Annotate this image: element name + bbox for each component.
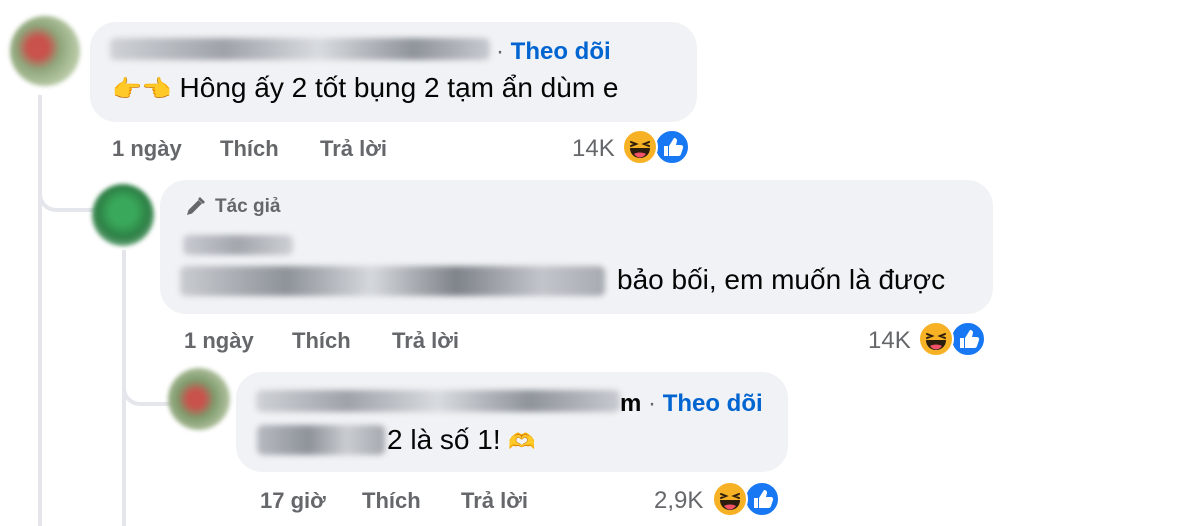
reaction-count[interactable]: 2,9K [654, 487, 703, 515]
commenter-name-redacted[interactable] [110, 38, 490, 60]
thread-connector-reply-2 [122, 352, 172, 406]
reaction-count[interactable]: 14K [572, 135, 615, 163]
haha-icon[interactable] [918, 321, 954, 357]
comment-text: 2 là số 1! 🫶 [387, 424, 536, 456]
comment-body: Hông ấy 2 tốt bụng 2 tạm ẩn dùm e [179, 72, 619, 103]
like-button[interactable]: Thích [220, 136, 279, 162]
comment-body: 2 là số 1! [387, 424, 501, 455]
like-button[interactable]: Thích [292, 328, 351, 354]
thread-connector-reply-1 [38, 150, 98, 212]
avatar[interactable] [92, 184, 154, 246]
separator-dot: · [648, 390, 657, 417]
commenter-name-tail[interactable]: m [620, 390, 641, 417]
reply-button[interactable]: Trả lời [320, 136, 387, 162]
name-row: m · Theo dõi [620, 390, 763, 418]
comment-bubble [236, 372, 788, 472]
mention-redacted[interactable] [257, 425, 385, 455]
reply-button[interactable]: Trả lời [392, 328, 459, 354]
commenter-name-redacted[interactable] [256, 390, 620, 412]
name-row: · Theo dõi [496, 38, 611, 66]
reply-button[interactable]: Trả lời [461, 488, 528, 514]
haha-icon[interactable] [712, 481, 748, 517]
like-icon[interactable] [654, 129, 690, 165]
comment-body: bảo bối, em muốn là được [617, 264, 946, 295]
comment-time[interactable]: 1 ngày [112, 136, 182, 162]
avatar[interactable] [168, 368, 230, 430]
like-icon[interactable] [744, 481, 780, 517]
follow-link[interactable]: Theo dõi [663, 390, 763, 417]
pointing-hands-emoji: 👉👈 [112, 76, 172, 103]
heart-hands-emoji: 🫶 [508, 429, 536, 454]
comment-time[interactable]: 1 ngày [184, 328, 254, 354]
reaction-count[interactable]: 14K [868, 327, 911, 355]
mention-redacted[interactable] [180, 266, 605, 296]
comment-text: 👉👈 Hông ấy 2 tốt bụng 2 tạm ẩn dùm e [112, 72, 619, 104]
comment-time[interactable]: 17 giờ [260, 488, 326, 514]
like-button[interactable]: Thích [362, 488, 421, 514]
separator-dot: · [496, 38, 504, 65]
follow-link[interactable]: Theo dõi [511, 38, 611, 65]
haha-icon[interactable] [622, 129, 658, 165]
like-icon[interactable] [950, 321, 986, 357]
commenter-name-redacted[interactable] [183, 235, 293, 255]
pen-icon [187, 197, 205, 215]
avatar[interactable] [10, 16, 80, 86]
author-badge: Tác giả [215, 196, 281, 217]
